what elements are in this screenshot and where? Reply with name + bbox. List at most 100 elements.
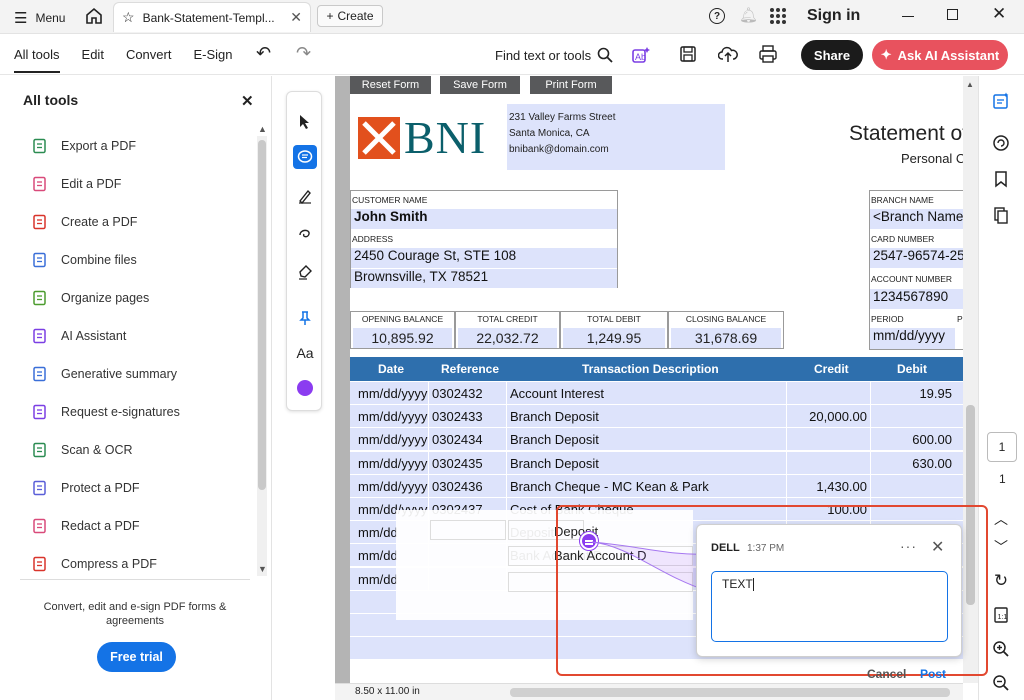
ai-summary-icon[interactable] xyxy=(990,90,1012,112)
tool-item-8[interactable]: Scan & OCR xyxy=(32,442,133,458)
doc-scroll-up-icon[interactable]: ▲ xyxy=(966,80,974,89)
page-thumbnails-icon[interactable] xyxy=(990,204,1012,226)
address-line2-field[interactable]: Brownsville, TX 78521 xyxy=(351,269,617,288)
comment-post-button[interactable]: Post xyxy=(920,667,946,681)
balance-value[interactable]: 31,678.69 xyxy=(671,328,781,348)
create-button[interactable]: + Create xyxy=(317,5,383,27)
window-close-icon[interactable]: ✕ xyxy=(992,4,1006,24)
nav-edit[interactable]: Edit xyxy=(82,47,104,73)
tool-item-9[interactable]: Protect a PDF xyxy=(32,480,140,496)
text-format-icon[interactable]: Aa xyxy=(293,341,317,365)
document-tab[interactable]: ☆ Bank-Statement-Templ... ✕ xyxy=(113,2,311,32)
cell-date[interactable]: mm/dd/yyyy xyxy=(358,456,427,471)
ai-edit-icon[interactable]: Ab xyxy=(631,45,651,68)
star-icon[interactable]: ☆ xyxy=(122,9,135,26)
tool-item-4[interactable]: Organize pages xyxy=(32,290,149,306)
save-icon[interactable] xyxy=(679,45,697,66)
share-button[interactable]: Share xyxy=(801,40,863,70)
nav-all-tools[interactable]: All tools xyxy=(14,47,60,73)
tool-item-11[interactable]: Compress a PDF xyxy=(32,556,157,572)
cell-debit[interactable]: 19.95 xyxy=(919,386,952,401)
nav-esign[interactable]: E-Sign xyxy=(193,47,232,73)
cell-debit[interactable]: 600.00 xyxy=(912,432,952,447)
comments-icon[interactable] xyxy=(990,132,1012,154)
draw-freehand-icon[interactable] xyxy=(293,222,317,246)
panel-scroll-thumb[interactable] xyxy=(258,140,266,490)
comment-text-input[interactable]: TEXT Cancel Post xyxy=(711,571,948,681)
cell-ref[interactable]: 0302434 xyxy=(432,432,483,447)
cell-date[interactable]: mm/dd/yyyy xyxy=(358,409,427,424)
save-form-button[interactable]: Save Form xyxy=(440,76,520,94)
account-number-field[interactable]: 1234567890 xyxy=(870,289,963,309)
help-icon[interactable]: ? xyxy=(709,8,725,24)
cell-ref[interactable]: 0302432 xyxy=(432,386,483,401)
more-options-icon[interactable]: ··· xyxy=(900,538,917,554)
card-number-field[interactable]: 2547-96574-25 xyxy=(870,248,963,268)
cell-ref[interactable]: 0302433 xyxy=(432,409,483,424)
cell-credit[interactable]: 1,430.00 xyxy=(816,479,867,494)
cell-ref[interactable]: 0302435 xyxy=(432,456,483,471)
print-icon[interactable] xyxy=(758,44,778,67)
page-number-input[interactable]: 1 xyxy=(987,432,1017,462)
highlight-pen-icon[interactable] xyxy=(293,184,317,208)
cell-desc[interactable]: Branch Deposit xyxy=(510,432,599,447)
cell-date[interactable]: mm/dd xyxy=(358,548,398,563)
tool-item-7[interactable]: Request e-signatures xyxy=(32,404,180,420)
balance-value[interactable]: 22,032.72 xyxy=(458,328,557,348)
cell-date[interactable]: mm/dd xyxy=(358,572,398,587)
comment-close-icon[interactable]: ✕ xyxy=(931,537,944,557)
cell-desc[interactable]: Branch Deposit xyxy=(510,409,599,424)
cell-desc[interactable]: Account Interest xyxy=(510,386,604,401)
fit-page-icon[interactable]: 1:1 xyxy=(990,604,1012,626)
rotate-icon[interactable]: ↻ xyxy=(990,570,1012,592)
horizontal-scrollbar[interactable] xyxy=(510,688,950,697)
address-line1-field[interactable]: 2450 Courage St, STE 108 xyxy=(351,248,617,268)
nav-convert[interactable]: Convert xyxy=(126,47,172,73)
menu-button[interactable]: ☰ Menu xyxy=(14,9,65,27)
cell-date[interactable]: mm/dd/yyyy xyxy=(358,479,427,494)
tab-close-icon[interactable]: ✕ xyxy=(290,9,302,26)
cell-date[interactable]: mm/dd xyxy=(358,525,398,540)
page-down-icon[interactable]: ﹀ xyxy=(990,536,1012,558)
cell-ref[interactable]: 0302436 xyxy=(432,479,483,494)
pin-icon[interactable] xyxy=(293,306,317,330)
scroll-up-icon[interactable]: ▲ xyxy=(258,124,267,134)
balance-value[interactable]: 10,895.92 xyxy=(353,328,452,348)
notification-bell-icon[interactable]: 🔔︎ xyxy=(739,6,758,24)
print-form-button[interactable]: Print Form xyxy=(530,76,612,94)
bookmark-icon[interactable] xyxy=(990,168,1012,190)
reset-form-button[interactable]: Reset Form xyxy=(350,76,431,94)
branch-name-field[interactable]: <Branch Name xyxy=(870,209,963,229)
panel-close-icon[interactable]: ✕ xyxy=(241,92,254,110)
tool-item-3[interactable]: Combine files xyxy=(32,252,137,268)
sign-in-button[interactable]: Sign in xyxy=(807,7,860,25)
page-up-icon[interactable]: ︿ xyxy=(990,508,1012,530)
select-cursor-icon[interactable] xyxy=(293,110,317,134)
zoom-in-icon[interactable] xyxy=(990,638,1012,660)
free-trial-button[interactable]: Free trial xyxy=(97,642,176,672)
cell-desc[interactable]: Branch Cheque - MC Kean & Park xyxy=(510,479,709,494)
cell-debit[interactable]: 630.00 xyxy=(912,456,952,471)
apps-grid-icon[interactable] xyxy=(769,7,787,28)
cell-date[interactable]: mm/dd/yyyy xyxy=(358,386,427,401)
tool-item-10[interactable]: Redact a PDF xyxy=(32,518,140,534)
find-text-button[interactable]: Find text or tools xyxy=(495,47,613,63)
signature-pen-icon[interactable] xyxy=(293,260,317,284)
period-field[interactable]: mm/dd/yyyy xyxy=(870,328,955,349)
scroll-down-icon[interactable]: ▼ xyxy=(258,564,267,574)
cell-credit[interactable]: 20,000.00 xyxy=(809,409,867,424)
home-icon[interactable] xyxy=(84,6,104,29)
customer-name-field[interactable]: John Smith xyxy=(351,209,617,229)
upload-cloud-icon[interactable] xyxy=(717,44,738,67)
comment-cancel-button[interactable]: Cancel xyxy=(867,667,906,681)
undo-icon[interactable]: ↶ xyxy=(256,43,271,64)
tool-item-5[interactable]: AI Assistant xyxy=(32,328,126,344)
color-picker-icon[interactable] xyxy=(293,376,317,400)
ask-ai-assistant-button[interactable]: ✦ Ask AI Assistant xyxy=(872,40,1008,70)
tool-item-6[interactable]: Generative summary xyxy=(32,366,177,382)
tool-item-2[interactable]: Create a PDF xyxy=(32,214,137,230)
cell-date[interactable]: mm/dd/yyyy xyxy=(358,432,427,447)
tool-item-0[interactable]: Export a PDF xyxy=(32,138,136,154)
redo-icon[interactable]: ↷ xyxy=(296,43,311,64)
balance-value[interactable]: 1,249.95 xyxy=(563,328,665,348)
